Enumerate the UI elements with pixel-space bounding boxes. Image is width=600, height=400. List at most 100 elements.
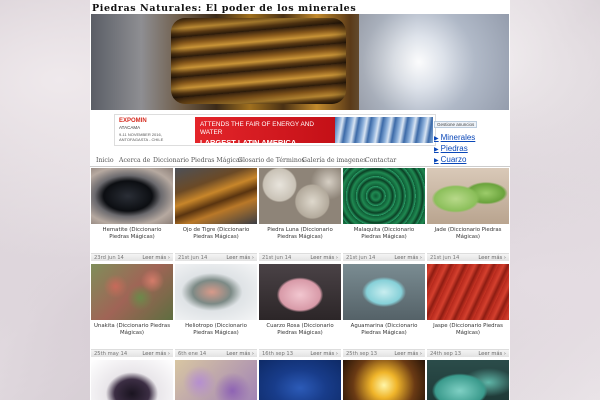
post-card-chakras[interactable] [343,360,425,400]
site-title[interactable]: Piedras Naturales: El poder de los miner… [92,3,356,14]
read-more-link[interactable]: Leer más › [226,255,254,261]
read-more-link[interactable]: Leer más › [142,255,170,261]
post-meta-bar: 25th may 14 Leer más › [91,349,173,357]
post-thumbnail[interactable] [259,264,341,320]
nav-item-galeria[interactable]: Galería de imagenes [302,157,366,164]
ad-link-label: Minerales [440,133,476,142]
page-container: Piedras Naturales: El poder de los miner… [90,0,510,400]
post-card-lapislazuli[interactable] [259,360,341,400]
read-more-label: Leer más [226,350,251,357]
chevron-right-icon: › [503,254,506,261]
post-date: 25th sep 13 [346,350,378,357]
post-thumbnail[interactable] [175,360,257,400]
post-title[interactable]: Malaquita (Diccionario Piedras Mágicas) [344,227,424,242]
nav-item-inicio[interactable]: Inicio [96,157,114,164]
post-meta-bar: 21st jun 14 Leer más › [427,253,509,261]
post-title[interactable]: Piedra Luna (Diccionario Piedras Mágicas… [260,227,340,242]
post-card-hematite[interactable]: Hematite (Diccionario Piedras Mágicas) 2… [91,168,173,262]
nav-item-contactar[interactable]: Contactar [365,157,396,164]
post-title[interactable]: Heliotropo (Diccionario Piedras Mágicas) [176,323,256,338]
read-more-link[interactable]: Leer más › [226,351,254,357]
ad-red-banner[interactable]: ATTENDS THE FAIR OF ENERGY AND WATER LAR… [195,117,335,147]
chevron-right-icon: › [251,254,254,261]
main-navigation: Inicio Acerca de Diccionario Piedras Mág… [90,156,510,167]
post-title[interactable]: Hematite (Diccionario Piedras Mágicas) [92,227,172,242]
post-title[interactable]: Cuarzo Rosa (Diccionario Piedras Mágicas… [260,323,340,338]
tiger-eye-stone-image [171,18,346,104]
post-meta-bar: 21st jun 14 Leer más › [343,253,425,261]
ad-choices-label[interactable]: Gestione anuncios [434,121,478,128]
post-date: 21st jun 14 [430,254,460,261]
post-title[interactable]: Jaspe (Diccionario Piedras Mágicas) [428,323,508,338]
ad-banner-line2: LARGEST LATIN AMERICA [200,137,297,147]
post-meta-bar: 21st jun 14 Leer más › [259,253,341,261]
nav-item-acerca-de[interactable]: Acerca de [119,157,150,164]
post-thumbnail[interactable] [259,360,341,400]
post-meta-bar: 25th sep 13 Leer más › [343,349,425,357]
post-card-amazonita[interactable] [427,360,509,400]
read-more-link[interactable]: Leer más › [310,351,338,357]
post-date: 23rd jun 14 [94,254,124,261]
post-thumbnail[interactable] [91,264,173,320]
post-title[interactable]: Aguamarina (Diccionario Piedras Mágicas) [344,323,424,338]
read-more-link[interactable]: Leer más › [478,351,506,357]
read-more-link[interactable]: Leer más › [394,255,422,261]
post-thumbnail[interactable] [91,360,173,400]
post-date: 21st jun 14 [346,254,376,261]
post-title[interactable]: Ojo de Tigre (Diccionario Piedras Mágica… [176,227,256,242]
post-date: 25th may 14 [94,350,128,357]
post-card-jade[interactable]: Jade (Diccionario Piedras Mágicas) 21st … [427,168,509,262]
post-title[interactable]: Unakita (Diccionario Piedras Mágicas) [92,323,172,338]
triangle-right-icon: ▶ [434,136,439,142]
read-more-label: Leer más [310,254,335,261]
post-card-obsidiana[interactable] [91,360,173,400]
advertisement-banner[interactable]: EXPOMIN ATACAMA 9-11 NOVEMBER 2016, ANTO… [114,114,436,147]
post-title[interactable]: Jade (Diccionario Piedras Mágicas) [428,227,508,242]
post-thumbnail[interactable] [343,168,425,224]
ad-link-piedras[interactable]: ▶ Piedras [434,144,510,153]
post-thumbnail[interactable] [427,168,509,224]
post-card-heliotropo[interactable]: Heliotropo (Diccionario Piedras Mágicas)… [175,264,257,358]
post-card-ojo-de-tigre[interactable]: Ojo de Tigre (Diccionario Piedras Mágica… [175,168,257,262]
post-thumbnail[interactable] [175,264,257,320]
header-banner-image[interactable] [91,14,509,110]
post-meta-bar: 21st jun 14 Leer más › [175,253,257,261]
read-more-link[interactable]: Leer más › [478,255,506,261]
chevron-right-icon: › [251,350,254,357]
post-date: 24th sep 13 [430,350,462,357]
chevron-right-icon: › [419,254,422,261]
post-card-cuarzo-rosa[interactable]: Cuarzo Rosa (Diccionario Piedras Mágicas… [259,264,341,358]
read-more-link[interactable]: Leer más › [394,351,422,357]
post-thumbnail[interactable] [343,264,425,320]
post-thumbnail[interactable] [91,168,173,224]
triangle-right-icon: ▶ [434,147,439,153]
nav-item-glosario[interactable]: Glosario de Términos [238,157,305,164]
post-card-piedra-luna[interactable]: Piedra Luna (Diccionario Piedras Mágicas… [259,168,341,262]
post-date: 21st jun 14 [178,254,208,261]
post-card-malaquita[interactable]: Malaquita (Diccionario Piedras Mágicas) … [343,168,425,262]
post-card-jaspe[interactable]: Jaspe (Diccionario Piedras Mágicas) 24th… [427,264,509,358]
chevron-right-icon: › [335,254,338,261]
read-more-label: Leer más [394,350,419,357]
post-card-amatista[interactable] [175,360,257,400]
chevron-right-icon: › [167,350,170,357]
post-thumbnail[interactable] [343,360,425,400]
post-card-aguamarina[interactable]: Aguamarina (Diccionario Piedras Mágicas)… [343,264,425,358]
post-card-unakita[interactable]: Unakita (Diccionario Piedras Mágicas) 25… [91,264,173,358]
post-thumbnail[interactable] [427,264,509,320]
quartz-crystal-image [359,14,509,110]
chevron-right-icon: › [503,350,506,357]
nav-item-diccionario[interactable]: Diccionario Piedras Mágicas [153,157,243,164]
post-thumbnail[interactable] [427,360,509,400]
read-more-link[interactable]: Leer más › [310,255,338,261]
ad-link-minerales[interactable]: ▶ Minerales [434,133,510,142]
read-more-link[interactable]: Leer más › [142,351,170,357]
post-thumbnail[interactable] [175,168,257,224]
post-thumbnail[interactable] [259,168,341,224]
post-meta-bar: 6th ene 14 Leer más › [175,349,257,357]
post-meta-bar: 16th sep 13 Leer más › [259,349,341,357]
ad-logo-line1: EXPOMIN [119,118,147,124]
read-more-label: Leer más [310,350,335,357]
ad-logo: EXPOMIN ATACAMA 9-11 NOVEMBER 2016, ANTO… [119,118,189,144]
ad-link-label: Piedras [440,144,468,153]
